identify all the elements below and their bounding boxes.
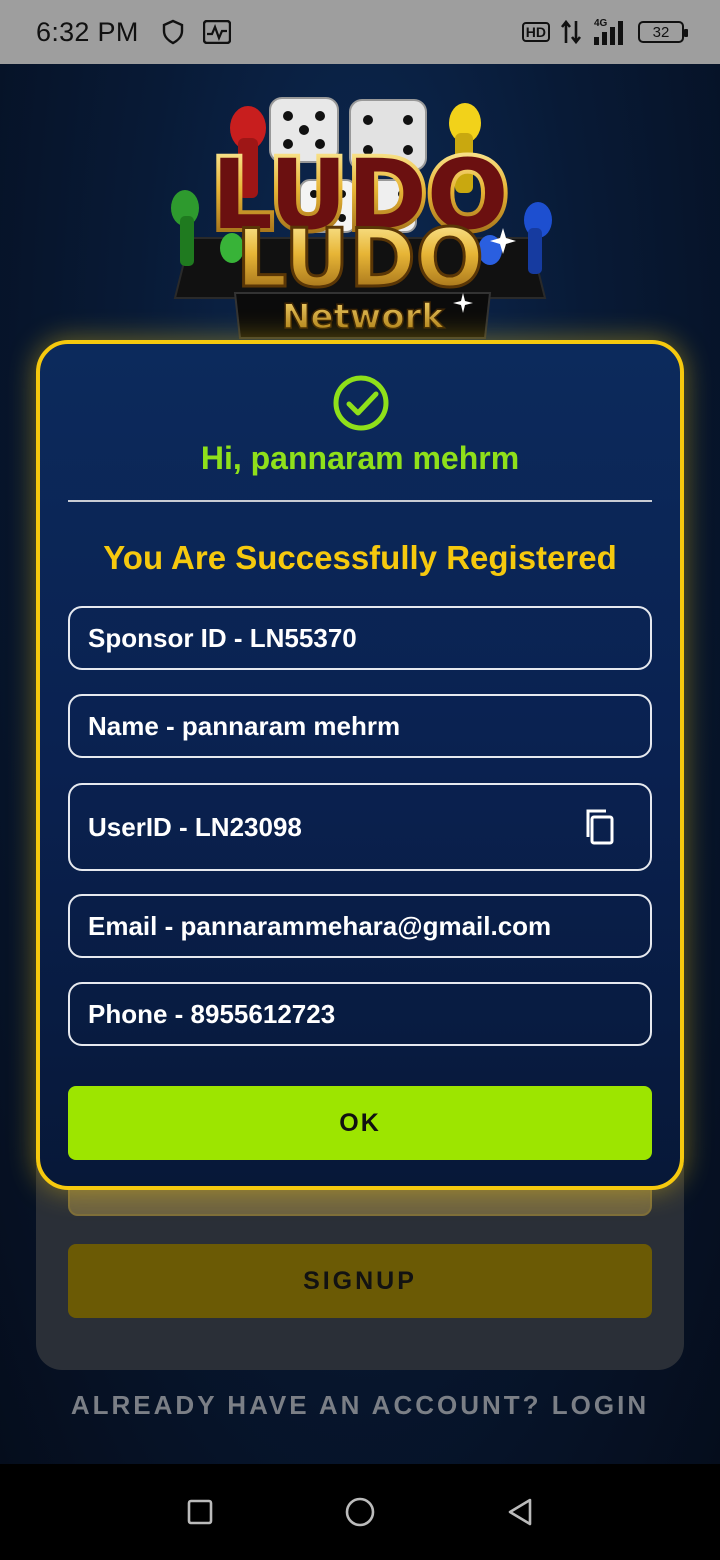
battery-icon: 32 bbox=[638, 21, 688, 43]
data-transfer-icon bbox=[560, 19, 582, 45]
triangle-back-icon bbox=[508, 1498, 532, 1526]
name-field: Name - pannaram mehrm bbox=[68, 694, 652, 758]
ludo-network-logo: LUDO LUDO Network bbox=[171, 97, 552, 339]
home-button[interactable] bbox=[340, 1492, 380, 1532]
recents-button[interactable] bbox=[180, 1492, 220, 1532]
copy-icon[interactable] bbox=[580, 807, 620, 847]
name-text: Name - pannaram mehrm bbox=[88, 710, 401, 741]
login-link[interactable]: ALREADY HAVE AN ACCOUNT? LOGIN bbox=[0, 1390, 720, 1421]
phone-field: Phone - 8955612723 bbox=[68, 982, 652, 1046]
sponsor-id-text: Sponsor ID - LN55370 bbox=[88, 622, 357, 653]
registration-success-dialog: Hi, pannaram mehrm You Are Successfully … bbox=[36, 340, 684, 1190]
activity-icon bbox=[202, 20, 231, 44]
hd-badge: HD bbox=[521, 22, 550, 42]
shield-icon bbox=[161, 19, 185, 45]
circle-icon bbox=[345, 1497, 375, 1527]
userid-text: UserID - LN23098 bbox=[88, 811, 302, 842]
greeting-text: Hi, pannaram mehrm bbox=[200, 440, 520, 476]
userid-field: UserID - LN23098 bbox=[68, 783, 652, 871]
status-icons-right: HD 4G 32 bbox=[521, 17, 688, 47]
status-bar: 6:32 PM HD 4G 32 bbox=[0, 0, 720, 64]
status-icons-left bbox=[161, 19, 231, 45]
email-field: Email - pannarammehara@gmail.com bbox=[68, 894, 652, 958]
divider bbox=[68, 500, 652, 502]
square-icon bbox=[187, 1499, 213, 1525]
email-text: Email - pannarammehara@gmail.com bbox=[88, 910, 552, 941]
signal-icon: 4G bbox=[592, 17, 628, 47]
check-circle-icon bbox=[333, 375, 389, 431]
ok-button[interactable]: OK bbox=[68, 1086, 652, 1160]
svg-text:4G: 4G bbox=[594, 18, 608, 29]
status-time: 6:32 PM bbox=[36, 16, 139, 47]
sponsor-id-field: Sponsor ID - LN55370 bbox=[68, 606, 652, 670]
signup-button[interactable]: SIGNUP bbox=[68, 1244, 652, 1318]
phone-text: Phone - 8955612723 bbox=[88, 998, 336, 1029]
app-screen: LUDO LUDO Network SIGNUP ALREADY HAVE AN… bbox=[0, 64, 720, 1464]
logo-subtitle: Network bbox=[282, 297, 445, 337]
success-title: You Are Successfully Registered bbox=[103, 539, 617, 576]
logo-title-main: LUDO bbox=[236, 212, 484, 305]
back-button[interactable] bbox=[500, 1492, 540, 1532]
battery-level: 32 bbox=[652, 23, 670, 41]
navigation-bar bbox=[0, 1464, 720, 1560]
